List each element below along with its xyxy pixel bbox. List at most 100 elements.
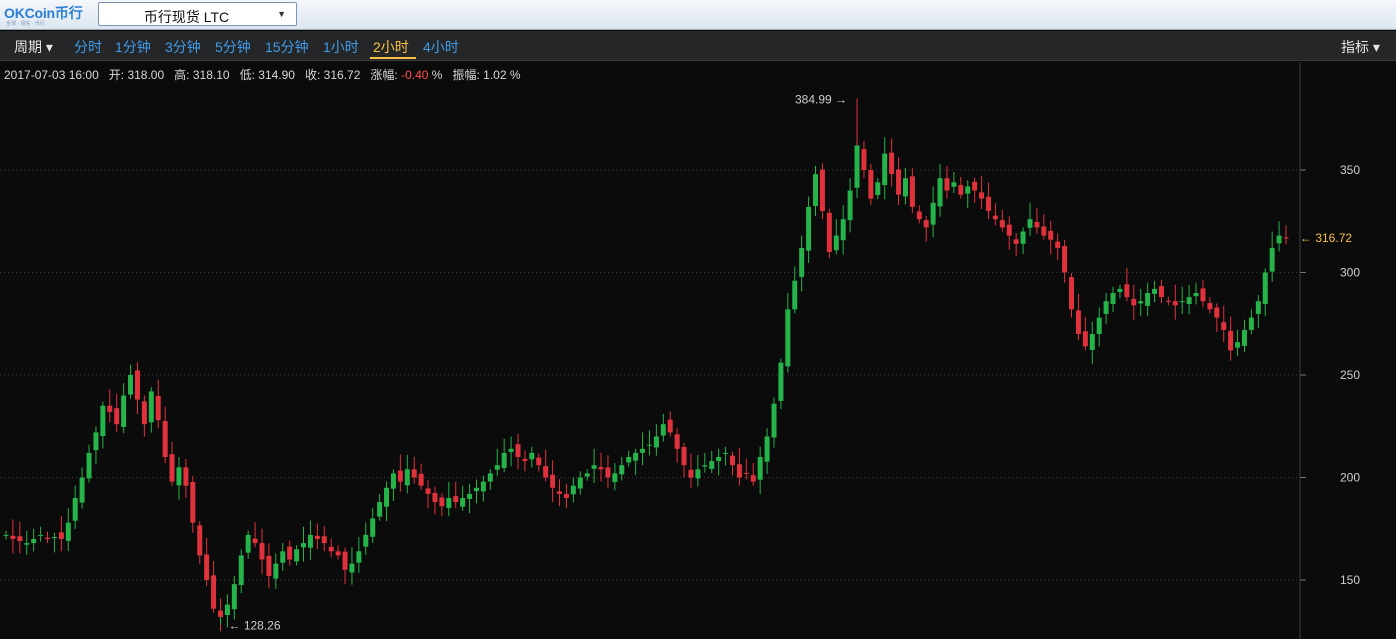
- y-tick-label: 150: [1340, 573, 1360, 587]
- candle-body: [314, 535, 320, 539]
- candle-body: [141, 401, 147, 425]
- candle-body: [273, 563, 279, 579]
- candle-body: [494, 465, 500, 470]
- candle-body: [211, 575, 217, 609]
- candle-body: [854, 145, 860, 188]
- candle-body: [1013, 239, 1019, 244]
- candle-body: [923, 220, 929, 228]
- candle-body: [204, 554, 210, 580]
- candle-body: [72, 498, 78, 521]
- candle-body: [819, 169, 825, 211]
- candle-body: [716, 457, 722, 462]
- max-price-label: 384.99 →: [795, 92, 847, 106]
- candle-body: [979, 192, 985, 199]
- candle-body: [1145, 293, 1151, 306]
- candle-body: [833, 235, 839, 251]
- candle-body: [1193, 293, 1199, 297]
- candle-body: [148, 391, 154, 423]
- y-tick-label: 300: [1340, 266, 1360, 280]
- candle-body: [736, 464, 742, 478]
- candle-body: [294, 549, 300, 562]
- candle-body: [162, 421, 168, 457]
- candle-body: [813, 174, 819, 206]
- candle-body: [245, 534, 251, 553]
- candle-body: [972, 181, 978, 191]
- candle-body: [591, 465, 597, 469]
- candle-body: [259, 543, 265, 560]
- candle-body: [508, 448, 514, 452]
- candle-body: [633, 452, 639, 461]
- candle-body: [363, 534, 369, 547]
- candle-body: [799, 247, 805, 278]
- candlestick-chart[interactable]: 150 200 250 300 350 384.99 → ← 128.26 ← 316.72: [0, 0, 1396, 639]
- candle-body: [1048, 230, 1054, 240]
- candle-body: [321, 536, 327, 544]
- candle-body: [840, 219, 846, 241]
- candle-body: [45, 537, 51, 539]
- candle-body: [563, 493, 569, 498]
- candle-body: [1089, 334, 1095, 350]
- candle-body: [1255, 301, 1261, 314]
- candle-body: [958, 185, 964, 195]
- candle-body: [107, 405, 113, 412]
- candle-body: [425, 488, 431, 494]
- candle-body: [1103, 301, 1109, 314]
- y-tick-label: 250: [1340, 368, 1360, 382]
- candle-body: [432, 492, 438, 503]
- candle-body: [307, 534, 313, 548]
- candle-body: [100, 405, 106, 437]
- candle-body: [65, 522, 71, 541]
- candle-body: [985, 196, 991, 211]
- candle-body: [1020, 231, 1026, 244]
- candle-body: [757, 457, 763, 480]
- candle-body: [1276, 235, 1282, 244]
- candle-body: [328, 546, 334, 552]
- candle-body: [411, 469, 417, 478]
- candle-body: [467, 493, 473, 499]
- candle-body: [24, 543, 30, 545]
- candle-body: [570, 485, 576, 495]
- candle-body: [1283, 237, 1289, 239]
- candle-body: [522, 458, 528, 462]
- candle-body: [404, 469, 410, 486]
- candle-body: [1124, 284, 1130, 298]
- candle-body: [605, 467, 611, 478]
- candle-body: [702, 465, 708, 467]
- candle-body: [909, 176, 915, 207]
- y-tick-label: 350: [1340, 163, 1360, 177]
- candle-body: [342, 551, 348, 570]
- candle-body: [653, 436, 659, 448]
- candle-body: [1131, 298, 1137, 306]
- candle-body: [598, 467, 604, 470]
- min-price-label: ← 128.26: [228, 619, 280, 633]
- candle-body: [826, 212, 832, 252]
- candle-body: [384, 487, 390, 507]
- candle-body: [280, 551, 286, 563]
- candle-body: [688, 469, 694, 478]
- candle-body: [646, 444, 652, 446]
- candle-body: [764, 436, 770, 462]
- candle-body: [1262, 272, 1268, 304]
- candle-body: [577, 477, 583, 489]
- candle-body: [1186, 297, 1192, 304]
- candle-body: [1041, 226, 1047, 236]
- candle-body: [134, 370, 140, 400]
- candle-body: [58, 532, 64, 539]
- candle-body: [778, 362, 784, 401]
- candle-body: [640, 448, 646, 453]
- candle-body: [480, 481, 486, 492]
- candle-body: [667, 419, 673, 433]
- candle-body: [176, 467, 182, 486]
- candle-body: [1138, 301, 1144, 304]
- candle-body: [1165, 300, 1171, 302]
- candle-body: [806, 206, 812, 251]
- candle-body: [612, 473, 618, 483]
- candle-body: [10, 535, 16, 539]
- candle-body: [1248, 317, 1254, 330]
- candle-body: [418, 473, 424, 486]
- candle-body: [999, 220, 1005, 228]
- candle-body: [3, 534, 9, 536]
- candle-body: [335, 551, 341, 556]
- candle-body: [460, 498, 466, 507]
- candle-body: [529, 452, 535, 460]
